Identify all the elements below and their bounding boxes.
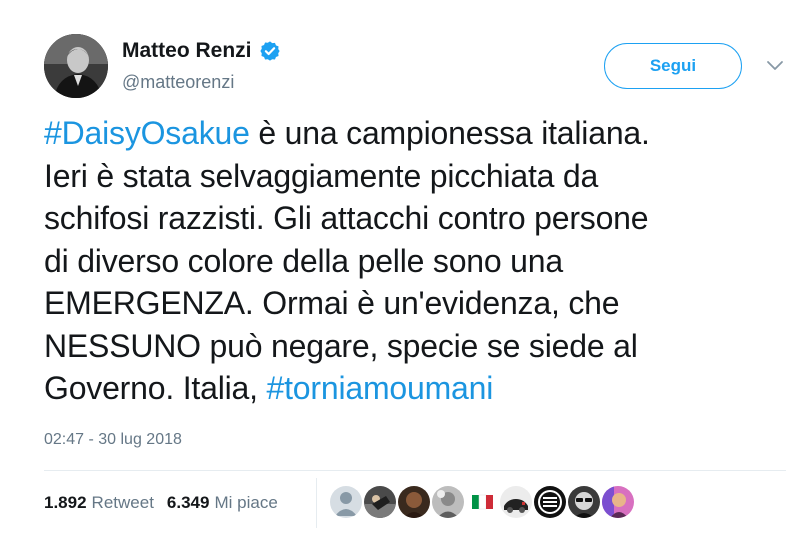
colorful-portrait-avatar [602, 486, 634, 518]
divider-top [44, 470, 786, 471]
like-count: 6.349 [166, 493, 210, 512]
liker-avatar[interactable] [432, 486, 464, 518]
tweet-text-line: Governo. Italia, #torniamoumani [44, 367, 774, 410]
tweet-text-segment: EMERGENZA. Ormai è un'evidenza, che [44, 285, 620, 321]
tweet-stats: 1.892 Retweet 6.349 Mi piace [44, 493, 278, 513]
default-avatar-icon [330, 486, 362, 518]
author-name[interactable]: Matteo Renzi [122, 39, 252, 63]
tweet-timestamp[interactable]: 02:47 - 30 lug 2018 [44, 431, 182, 449]
verified-badge-icon [259, 41, 280, 61]
tweet-card: Matteo Renzi @matteorenzi Segui #DaisyOs… [0, 0, 800, 541]
hashtag-link[interactable]: #DaisyOsakue [44, 115, 250, 151]
liker-avatar[interactable] [364, 486, 396, 518]
liker-avatar[interactable] [568, 486, 600, 518]
tweet-text-segment: NESSUNO può negare, specie se siede al [44, 327, 638, 364]
hashtag-link[interactable]: #torniamoumani [267, 370, 494, 406]
portrait-avatar [398, 486, 430, 518]
liker-avatar[interactable] [330, 486, 362, 518]
stats-separator [316, 478, 317, 528]
tweet-text-segment: Governo. Italia, [44, 370, 267, 406]
tweet-text-line: NESSUNO può negare, specie se siede al [44, 325, 774, 368]
author-name-row[interactable]: Matteo Renzi [122, 39, 281, 63]
grayscale-portrait-avatar [432, 486, 464, 518]
chevron-down-icon[interactable] [766, 58, 784, 72]
tweet-text-line: #DaisyOsakue è una campionessa italiana. [44, 112, 774, 155]
likers-avatars [330, 486, 636, 518]
tweet-text-line: EMERGENZA. Ormai è un'evidenza, che [44, 282, 774, 325]
car-avatar [500, 486, 532, 518]
liker-avatar[interactable] [500, 486, 532, 518]
author-handle[interactable]: @matteorenzi [122, 72, 234, 93]
tweet-text-segment: di diverso colore della pelle sono una [44, 242, 563, 279]
italian-flag-avatar [466, 486, 498, 518]
tweet-text: #DaisyOsakue è una campionessa italiana.… [44, 112, 774, 410]
liker-avatar[interactable] [398, 486, 430, 518]
sunglasses-avatar [568, 486, 600, 518]
tweet-text-segment: è una campionessa italiana. [249, 115, 650, 151]
real-meat-society-logo-avatar [534, 486, 566, 518]
retweet-count: 1.892 [44, 493, 87, 512]
tweet-text-line: schifosi razzisti. Gli attacchi contro p… [44, 197, 774, 240]
tweet-text-segment: schifosi razzisti. Gli attacchi contro p… [44, 200, 649, 236]
author-photo [44, 34, 108, 98]
liker-avatar[interactable] [602, 486, 634, 518]
like-label: Mi piace [214, 493, 278, 512]
retweet-label: Retweet [91, 493, 154, 512]
like-stat[interactable]: 6.349 Mi piace [167, 493, 278, 513]
liker-avatar[interactable] [534, 486, 566, 518]
author-avatar[interactable] [44, 34, 108, 98]
tweet-text-line: di diverso colore della pelle sono una [44, 240, 774, 283]
follow-button[interactable]: Segui [604, 43, 742, 89]
tweet-text-line: Ieri è stata selvaggiamente picchiata da [44, 155, 774, 198]
sports-photo-avatar [364, 486, 396, 518]
liker-avatar[interactable] [466, 486, 498, 518]
tweet-text-segment: Ieri è stata selvaggiamente picchiata da [44, 157, 599, 194]
retweet-stat[interactable]: 1.892 Retweet [44, 493, 154, 513]
